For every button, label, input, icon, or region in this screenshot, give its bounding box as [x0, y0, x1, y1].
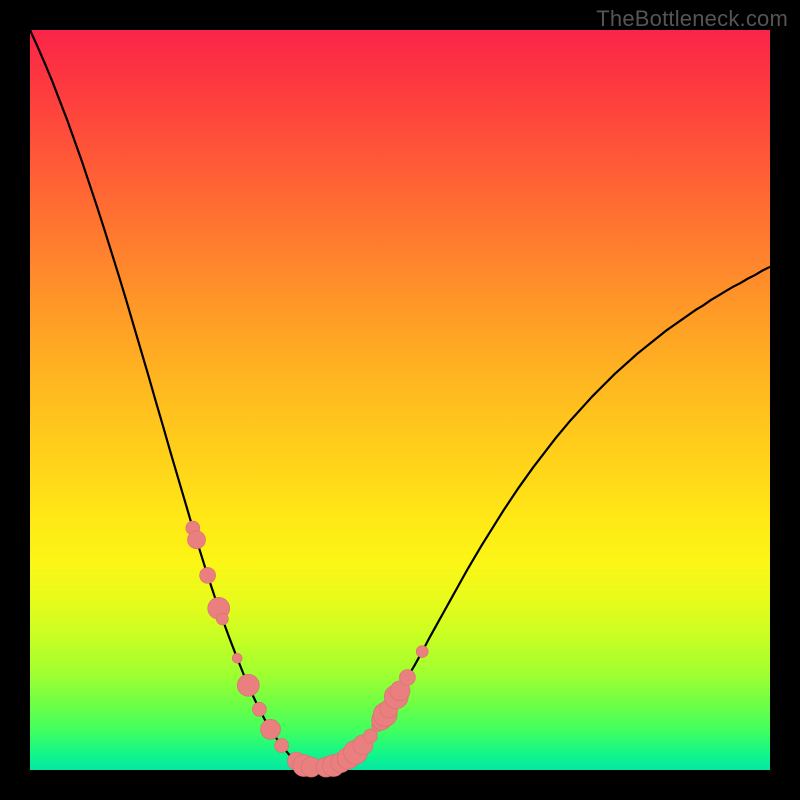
curve-svg: [30, 30, 770, 770]
watermark-label: TheBottleneck.com: [596, 6, 788, 32]
marker-dot: [261, 719, 281, 739]
marker-dot: [237, 674, 259, 696]
plot-area: [30, 30, 770, 770]
marker-dot: [200, 567, 216, 583]
marker-dots: [186, 521, 428, 777]
marker-dot: [399, 670, 415, 686]
marker-dot: [232, 653, 242, 663]
marker-dot: [416, 646, 428, 658]
marker-dot: [275, 739, 289, 753]
marker-dot: [252, 702, 266, 716]
marker-dot: [216, 613, 228, 625]
marker-dot: [188, 531, 206, 549]
chart-frame: TheBottleneck.com: [0, 0, 800, 800]
bottleneck-curve: [30, 30, 770, 767]
